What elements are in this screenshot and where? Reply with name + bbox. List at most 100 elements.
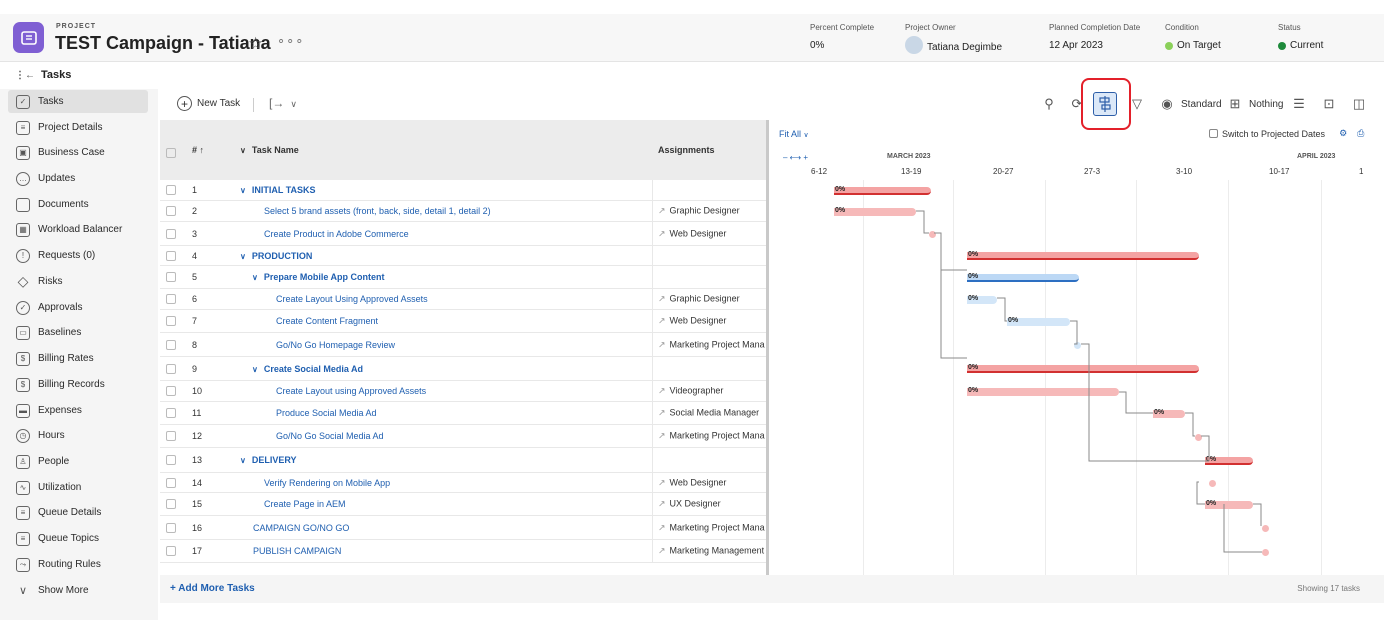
- milestone-marker[interactable]: [929, 231, 936, 238]
- task-name-link[interactable]: Go/No Go Homepage Review: [276, 340, 395, 350]
- task-name-link[interactable]: ∨ DELIVERY: [240, 455, 297, 465]
- chevron-down-icon[interactable]: ∨: [240, 252, 246, 261]
- task-name-link[interactable]: ∨ Create Social Media Ad: [252, 364, 363, 374]
- row-checkbox[interactable]: [166, 363, 176, 374]
- gantt-task-bar[interactable]: 0%: [1007, 317, 1070, 326]
- row-checkbox[interactable]: [166, 228, 176, 239]
- row-checkbox[interactable]: [166, 185, 176, 195]
- task-name-link[interactable]: Verify Rendering on Mobile App: [264, 478, 390, 488]
- assignment-cell[interactable]: ↗ Web Designer: [658, 316, 766, 327]
- star-icon[interactable]: ☆: [248, 34, 263, 54]
- table-row[interactable]: 3 Create Product in Adobe Commerce ↗ Web De…: [160, 222, 766, 246]
- gantt-task-bar[interactable]: 0%: [967, 364, 1199, 373]
- row-checkbox[interactable]: [166, 499, 176, 509]
- row-checkbox[interactable]: [166, 316, 176, 326]
- task-name-link[interactable]: Go/No Go Social Media Ad: [276, 431, 384, 441]
- table-row[interactable]: 1 ∨ INITIAL TASKS: [160, 180, 766, 201]
- project-owner-value[interactable]: Tatiana Degimbe: [927, 42, 1002, 53]
- assignment-cell[interactable]: ↗ Marketing Project Mana: [658, 522, 766, 533]
- chevron-down-icon[interactable]: ∨: [240, 186, 246, 195]
- indent-button[interactable]: [→ ∨: [269, 96, 297, 110]
- row-checkbox[interactable]: [166, 408, 176, 418]
- sidebar-item-risks[interactable]: ◇ Risks: [8, 270, 148, 293]
- row-checkbox[interactable]: [166, 339, 176, 350]
- row-checkbox[interactable]: [166, 431, 176, 441]
- sidebar-item-expenses[interactable]: ▬ Expenses: [8, 399, 148, 422]
- assignment-cell[interactable]: ↗ Marketing Project Mana: [658, 339, 766, 350]
- table-row[interactable]: 4 ∨ PRODUCTION: [160, 246, 766, 266]
- task-name-link[interactable]: Produce Social Media Ad: [276, 408, 377, 418]
- sidebar-item-workload-balancer[interactable]: ▦ Workload Balancer: [8, 218, 148, 241]
- row-checkbox[interactable]: [166, 546, 176, 556]
- task-name-link[interactable]: Create Page in AEM: [264, 499, 346, 509]
- sidebar-item-queue-details[interactable]: ≡ Queue Details: [8, 501, 148, 524]
- milestone-marker[interactable]: [1195, 433, 1202, 441]
- sidebar-item-utilization[interactable]: ∿ Utilization: [8, 476, 148, 499]
- groupby-nothing-button[interactable]: ⊞ Nothing: [1226, 95, 1284, 113]
- table-row[interactable]: 10 Create Layout using Approved Assets ↗ Vi…: [160, 381, 766, 402]
- task-name-link[interactable]: ∨ PRODUCTION: [240, 251, 312, 261]
- row-checkbox[interactable]: [166, 522, 176, 533]
- sidebar-item-approvals[interactable]: ✓ Approvals: [8, 296, 148, 319]
- gantt-task-bar[interactable]: 0%: [1153, 409, 1185, 418]
- assignment-cell[interactable]: ↗ Graphic Designer: [658, 206, 766, 217]
- collapse-panel-icon[interactable]: ⋮←: [15, 70, 35, 81]
- task-name-link[interactable]: ∨ INITIAL TASKS: [240, 185, 316, 195]
- gantt-task-bar[interactable]: 0%: [1205, 456, 1253, 465]
- table-row[interactable]: 17 PUBLISH CAMPAIGN ↗ Marketing Management: [160, 540, 766, 563]
- table-row[interactable]: 9 ∨ Create Social Media Ad: [160, 357, 766, 381]
- table-row[interactable]: 13 ∨ DELIVERY: [160, 448, 766, 473]
- assignment-cell[interactable]: ↗ Web Designer: [658, 228, 766, 239]
- chevron-down-icon[interactable]: ∨: [252, 365, 258, 374]
- row-checkbox[interactable]: [166, 477, 176, 488]
- sidebar-item-business-case[interactable]: ▣ Business Case: [8, 141, 148, 164]
- zoom-controls[interactable]: – ⟷ +: [783, 153, 808, 162]
- assignment-cell[interactable]: ↗ Videographer: [658, 386, 766, 397]
- panel-toggle-icon[interactable]: ◫: [1350, 95, 1368, 113]
- add-more-tasks-link[interactable]: + Add More Tasks: [170, 583, 255, 594]
- task-name-link[interactable]: Create Content Fragment: [276, 316, 378, 326]
- sidebar-item-billing-rates[interactable]: $ Billing Rates: [8, 347, 148, 370]
- sidebar-item-show-more[interactable]: ∨ Show More: [8, 579, 148, 602]
- row-checkbox[interactable]: [166, 206, 176, 216]
- sidebar-item-queue-topics[interactable]: ≡ Queue Topics: [8, 527, 148, 550]
- task-name-link[interactable]: CAMPAIGN GO/NO GO: [253, 523, 349, 533]
- table-row[interactable]: 12 Go/No Go Social Media Ad ↗ Marketing Pro…: [160, 425, 766, 448]
- table-row[interactable]: 15 Create Page in AEM ↗ UX Designer: [160, 493, 766, 516]
- task-name-link[interactable]: PUBLISH CAMPAIGN: [253, 546, 341, 556]
- task-name-link[interactable]: Select 5 brand assets (front, back, side…: [264, 206, 491, 216]
- list-settings-icon[interactable]: ☰: [1290, 95, 1308, 113]
- sidebar-item-requests-0[interactable]: ! Requests (0): [8, 244, 148, 267]
- sidebar-item-routing-rules[interactable]: ⤳ Routing Rules: [8, 553, 148, 576]
- sidebar-item-tasks[interactable]: ✓ Tasks: [8, 90, 148, 113]
- assignment-cell[interactable]: ↗ Marketing Project Mana: [658, 431, 766, 442]
- task-name-link[interactable]: Create Layout Using Approved Assets: [276, 294, 428, 304]
- assignment-cell[interactable]: ↗ Web Designer: [658, 477, 766, 488]
- sidebar-item-updates[interactable]: … Updates: [8, 167, 148, 190]
- column-assignments-header[interactable]: Assignments: [658, 145, 715, 155]
- export-icon[interactable]: ⊡: [1320, 95, 1338, 113]
- gantt-task-bar[interactable]: 0%: [967, 387, 1119, 396]
- sidebar-item-billing-records[interactable]: $ Billing Records: [8, 373, 148, 396]
- assignment-cell[interactable]: ↗ Marketing Management: [658, 546, 766, 557]
- sidebar-item-baselines[interactable]: ▭ Baselines: [8, 321, 148, 344]
- gantt-task-bar[interactable]: 0%: [967, 295, 997, 304]
- column-taskname-header[interactable]: ∨ Task Name: [240, 145, 299, 155]
- milestone-marker[interactable]: [1209, 480, 1216, 487]
- sidebar-item-project-details[interactable]: ≡ Project Details: [8, 116, 148, 139]
- view-standard-button[interactable]: ◉ Standard: [1158, 95, 1221, 113]
- row-checkbox[interactable]: [166, 455, 176, 465]
- table-row[interactable]: 8 Go/No Go Homepage Review ↗ Marketing Proj…: [160, 333, 766, 357]
- assignment-cell[interactable]: ↗ UX Designer: [658, 499, 766, 510]
- milestone-marker[interactable]: [1262, 525, 1269, 532]
- assignment-cell[interactable]: ↗ Graphic Designer: [658, 294, 766, 305]
- print-icon[interactable]: ⎙: [1357, 128, 1364, 139]
- more-options-icon[interactable]: ∘∘∘: [277, 33, 304, 49]
- table-row[interactable]: 5 ∨ Prepare Mobile App Content: [160, 266, 766, 289]
- gantt-task-bar[interactable]: 0%: [834, 186, 931, 195]
- gantt-task-bar[interactable]: 0%: [967, 273, 1079, 282]
- projected-dates-checkbox[interactable]: [1209, 129, 1218, 138]
- table-row[interactable]: 7 Create Content Fragment ↗ Web Designer: [160, 310, 766, 333]
- search-icon[interactable]: ⚲: [1040, 95, 1058, 113]
- table-row[interactable]: 6 Create Layout Using Approved Assets ↗ Gra…: [160, 289, 766, 310]
